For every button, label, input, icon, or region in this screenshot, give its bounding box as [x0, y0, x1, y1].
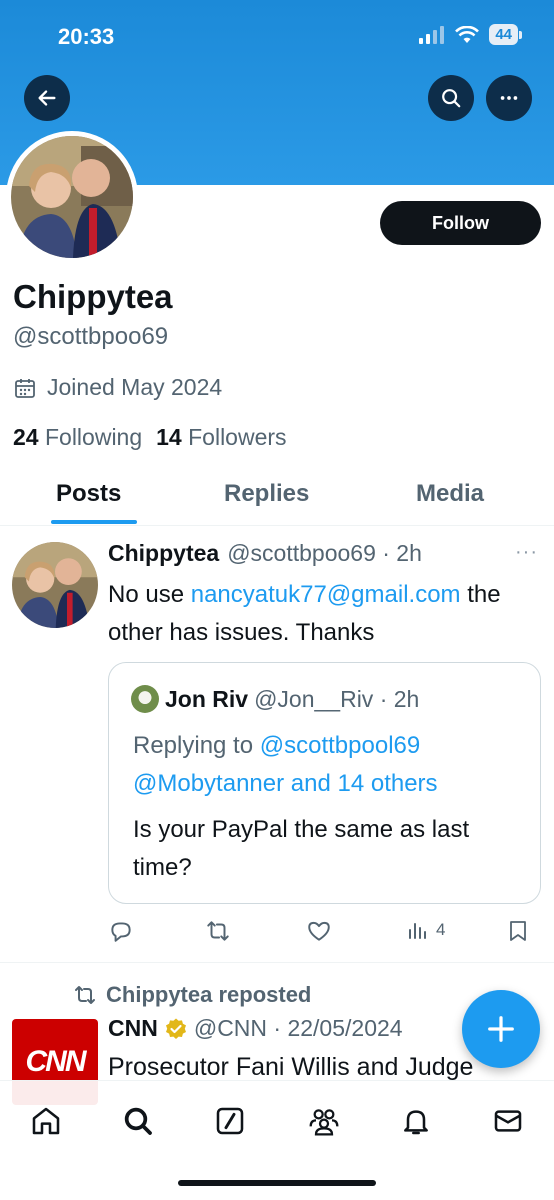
- bell-icon: [404, 1110, 428, 1135]
- bookmark-icon: [510, 921, 526, 941]
- nav-home[interactable]: [26, 1101, 66, 1141]
- following-label: Following: [44, 424, 143, 450]
- reply-button[interactable]: [108, 918, 134, 944]
- nav-communities[interactable]: [304, 1101, 344, 1141]
- post-author-avatar[interactable]: [12, 542, 98, 628]
- bookmark-button[interactable]: [506, 918, 530, 944]
- heart-icon: [308, 921, 330, 941]
- post-meta: @scottbpoo69 · 2h: [227, 540, 422, 566]
- reply-icon: [111, 922, 131, 942]
- replying-handle-link[interactable]: @scottbpool69: [260, 732, 420, 759]
- repost-indicator: Chippytea reposted: [72, 982, 311, 1008]
- nav-explore[interactable]: [118, 1101, 158, 1141]
- home-indicator: [178, 1180, 376, 1186]
- replying-others-link[interactable]: @Mobytanner and 14 others: [133, 770, 438, 797]
- more-options-button[interactable]: [486, 75, 532, 121]
- views-button[interactable]: 4: [406, 918, 445, 942]
- tab-posts[interactable]: Posts: [56, 480, 121, 508]
- post-text-start: No use: [108, 581, 191, 608]
- arrow-left-icon: [38, 90, 56, 106]
- follow-stats: 24 Following 14 Followers: [13, 424, 287, 451]
- avatar-photo: [11, 136, 133, 258]
- tab-media[interactable]: Media: [416, 480, 484, 508]
- compose-button[interactable]: [462, 990, 540, 1068]
- battery-indicator: 44: [489, 24, 522, 45]
- cellular-signal-icon: [419, 25, 445, 44]
- email-link[interactable]: nancyatuk77@gmail.com: [191, 581, 461, 608]
- joined-text: Joined May 2024: [47, 374, 223, 400]
- search-icon: [124, 1107, 152, 1135]
- search-icon: [442, 89, 461, 108]
- bar-chart-icon: [409, 923, 426, 939]
- back-button[interactable]: [24, 75, 70, 121]
- post-text: No use nancyatuk77@gmail.com the other h…: [108, 576, 538, 652]
- mail-icon: [494, 1110, 522, 1132]
- grok-icon: [216, 1107, 244, 1135]
- joined-date: Joined May 2024: [13, 374, 222, 401]
- replying-prefix: Replying to: [133, 732, 260, 759]
- repost-icon: [75, 986, 95, 1004]
- quoted-post[interactable]: Jon Riv @Jon__Riv · 2h Replying to @scot…: [108, 662, 541, 904]
- views-count: 4: [436, 920, 446, 939]
- nav-notifications[interactable]: [396, 1101, 436, 1141]
- following-link[interactable]: 24 Following: [13, 424, 142, 451]
- profile-tabs: Posts Replies Media: [0, 468, 554, 526]
- post-more-button[interactable]: ···: [515, 541, 538, 564]
- active-tab-indicator: [51, 520, 137, 524]
- quote-header: Jon Riv @Jon__Riv · 2h: [131, 685, 419, 713]
- following-count: 24: [13, 424, 39, 450]
- followers-count: 14: [156, 424, 182, 450]
- calendar-icon: [15, 378, 35, 398]
- followers-label: Followers: [188, 424, 287, 450]
- more-horizontal-icon: [500, 96, 518, 100]
- post2-header: CNN @CNN · 22/05/2024: [108, 1015, 403, 1042]
- repost-button[interactable]: [204, 918, 232, 944]
- repost-icon: [207, 921, 229, 941]
- post2-meta: @CNN · 22/05/2024: [193, 1015, 403, 1041]
- profile-handle: @scottbpoo69: [13, 323, 169, 350]
- post-divider: [0, 962, 554, 963]
- search-button[interactable]: [428, 75, 474, 121]
- followers-link[interactable]: 14 Followers: [156, 424, 286, 451]
- post-actions: 4: [108, 918, 532, 948]
- nav-grok[interactable]: [210, 1101, 250, 1141]
- like-button[interactable]: [306, 918, 332, 944]
- quote-author-name: Jon Riv: [165, 685, 249, 712]
- quote-text: Is your PayPal the same as last time?: [133, 816, 470, 881]
- quote-meta: @Jon__Riv · 2h: [254, 685, 420, 712]
- follow-button[interactable]: Follow: [380, 201, 541, 245]
- plus-icon: [488, 1016, 514, 1042]
- status-time: 20:33: [58, 24, 115, 49]
- post2-author-name[interactable]: CNN: [108, 1015, 158, 1042]
- status-icons: 44: [419, 24, 522, 45]
- quote-author-avatar: [131, 685, 159, 713]
- verified-badge-icon: [165, 1018, 186, 1039]
- tab-replies[interactable]: Replies: [224, 480, 309, 508]
- quote-replying-to: Replying to @scottbpool69 @Mobytanner an…: [133, 727, 533, 803]
- wifi-icon: [455, 25, 480, 43]
- post2-text: Prosecutor Fani Willis and Judge: [108, 1053, 474, 1081]
- avatar-photo: [12, 542, 98, 628]
- post-header: Chippytea @scottbpoo69 · 2h: [108, 540, 422, 567]
- repost-label: Chippytea reposted: [106, 982, 312, 1007]
- home-icon: [32, 1107, 60, 1135]
- nav-messages[interactable]: [488, 1101, 528, 1141]
- post-author-name[interactable]: Chippytea: [108, 540, 219, 567]
- profile-avatar[interactable]: [6, 131, 138, 263]
- communities-icon: [309, 1109, 339, 1136]
- profile-display-name: Chippytea: [13, 278, 173, 315]
